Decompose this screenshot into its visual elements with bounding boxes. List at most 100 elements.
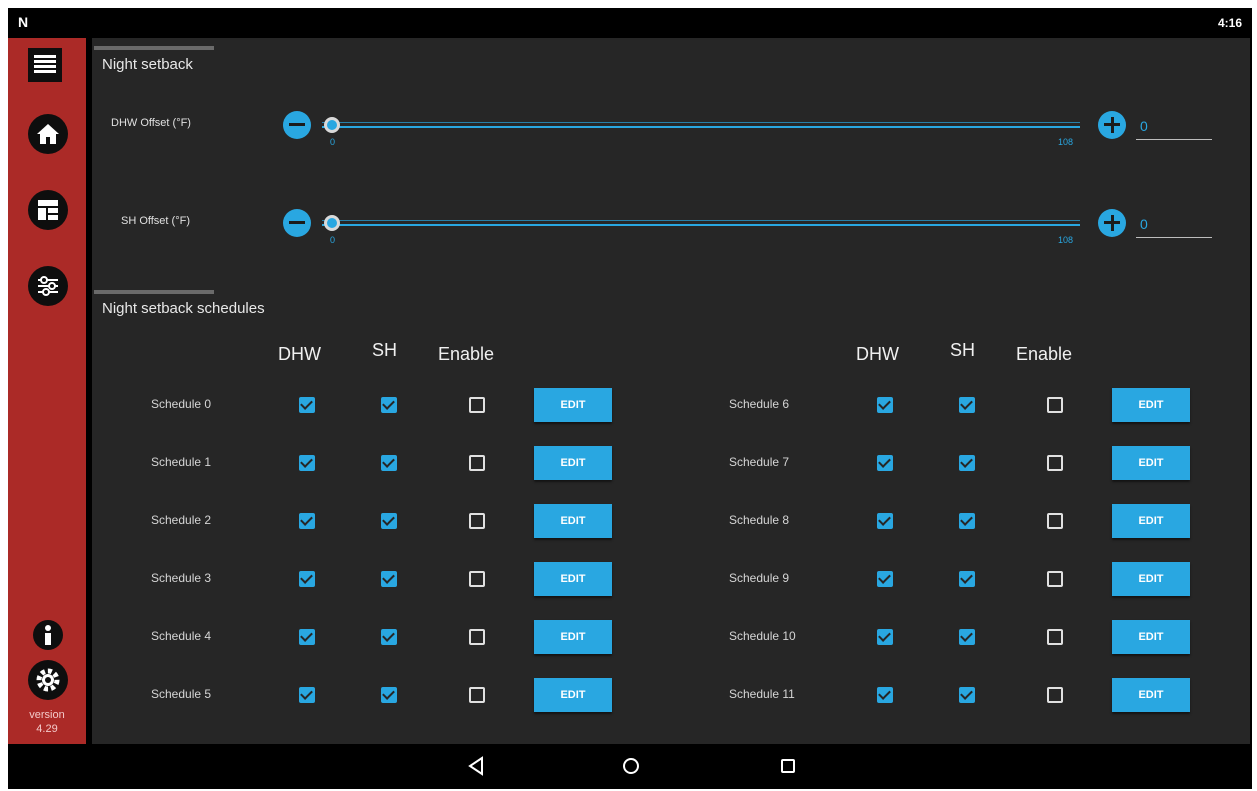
schedule-enable-checkbox[interactable] [469, 455, 485, 471]
schedule-enable-checkbox[interactable] [469, 687, 485, 703]
schedule-dhw-checkbox[interactable] [299, 687, 315, 703]
schedule-edit-button[interactable]: EDIT [534, 446, 612, 480]
schedule-sh-checkbox[interactable] [959, 571, 975, 587]
schedule-enable-checkbox[interactable] [1047, 455, 1063, 471]
section-tab-indicator [94, 290, 214, 294]
sh-offset-increase-button[interactable] [1098, 209, 1126, 237]
schedule-dhw-checkbox[interactable] [877, 455, 893, 471]
app-logo: N [18, 14, 29, 30]
section-tab-indicator [94, 46, 214, 50]
status-bar: N 4:16 [8, 8, 1252, 38]
dhw-offset-increase-button[interactable] [1098, 111, 1126, 139]
schedule-enable-checkbox[interactable] [1047, 629, 1063, 645]
back-icon[interactable] [467, 756, 485, 776]
home-circle-icon[interactable] [621, 756, 641, 776]
version-number: 4.29 [36, 723, 58, 735]
android-device-screen: N 4:16 version 4.29 Night setback DHW Of… [8, 8, 1252, 789]
schedule-edit-button[interactable]: EDIT [534, 504, 612, 538]
schedule-edit-button[interactable]: EDIT [1112, 504, 1190, 538]
schedule-label: Schedule 5 [151, 687, 212, 701]
gear-icon[interactable] [28, 660, 68, 700]
schedule-sh-checkbox[interactable] [381, 455, 397, 471]
column-header-sh: SH [372, 340, 398, 360]
schedule-enable-checkbox[interactable] [469, 571, 485, 587]
schedule-label: Schedule 7 [729, 455, 790, 469]
info-icon[interactable] [33, 620, 63, 650]
dhw-offset-value-field[interactable]: 0 [1136, 118, 1212, 140]
schedule-enable-checkbox[interactable] [1047, 687, 1063, 703]
status-clock: 4:16 [1217, 16, 1242, 30]
column-header-dhw: DHW [856, 344, 899, 364]
schedule-edit-button[interactable]: EDIT [534, 388, 612, 422]
schedule-edit-button[interactable]: EDIT [1112, 678, 1190, 712]
dhw-offset-decrease-button[interactable] [283, 111, 311, 139]
schedule-sh-checkbox[interactable] [381, 571, 397, 587]
sliders-icon[interactable] [28, 266, 68, 306]
schedule-label: Schedule 0 [151, 397, 212, 411]
schedule-sh-checkbox[interactable] [959, 687, 975, 703]
schedule-edit-button[interactable]: EDIT [1112, 620, 1190, 654]
schedule-enable-checkbox[interactable] [469, 397, 485, 413]
schedule-edit-button[interactable]: EDIT [1112, 388, 1190, 422]
schedule-enable-checkbox[interactable] [1047, 513, 1063, 529]
sh-offset-min-tick: 0 [330, 235, 336, 245]
dhw-offset-slider-thumb[interactable] [324, 117, 340, 133]
schedule-enable-checkbox[interactable] [1047, 397, 1063, 413]
schedule-label: Schedule 6 [729, 397, 790, 411]
sh-offset-track-upper [322, 220, 1080, 221]
sh-offset-max-tick: 108 [1058, 235, 1074, 245]
schedule-edit-button[interactable]: EDIT [534, 678, 612, 712]
sh-offset-slider-thumb[interactable] [324, 215, 340, 231]
schedule-dhw-checkbox[interactable] [299, 629, 315, 645]
recents-icon[interactable] [779, 756, 797, 776]
schedule-sh-checkbox[interactable] [381, 513, 397, 529]
schedule-sh-checkbox[interactable] [381, 687, 397, 703]
sh-offset-value-field[interactable]: 0 [1136, 216, 1212, 238]
schedule-sh-checkbox[interactable] [381, 629, 397, 645]
navigation-bar [8, 744, 1252, 789]
home-icon[interactable] [28, 114, 68, 154]
column-header-enable: Enable [1016, 344, 1073, 364]
sidebar: version 4.29 [8, 38, 86, 744]
schedule-dhw-checkbox[interactable] [877, 687, 893, 703]
dhw-offset-max-tick: 108 [1058, 137, 1074, 147]
column-header-enable: Enable [438, 344, 495, 364]
sh-offset-label: SH Offset (°F) [121, 215, 190, 227]
column-header-sh: SH [950, 340, 976, 360]
schedule-dhw-checkbox[interactable] [299, 513, 315, 529]
schedule-sh-checkbox[interactable] [381, 397, 397, 413]
schedule-label: Schedule 2 [151, 513, 212, 527]
schedule-enable-checkbox[interactable] [469, 629, 485, 645]
dhw-offset-track[interactable] [322, 126, 1080, 128]
schedule-dhw-checkbox[interactable] [299, 571, 315, 587]
schedule-sh-checkbox[interactable] [959, 629, 975, 645]
sh-offset-decrease-button[interactable] [283, 209, 311, 237]
schedule-dhw-checkbox[interactable] [299, 455, 315, 471]
schedule-dhw-checkbox[interactable] [877, 571, 893, 587]
dhw-offset-track-upper [322, 122, 1080, 123]
dhw-offset-label: DHW Offset (°F) [111, 117, 191, 129]
schedule-dhw-checkbox[interactable] [877, 629, 893, 645]
dhw-offset-min-tick: 0 [330, 137, 336, 147]
schedule-edit-button[interactable]: EDIT [1112, 562, 1190, 596]
schedule-edit-button[interactable]: EDIT [534, 562, 612, 596]
schedule-edit-button[interactable]: EDIT [534, 620, 612, 654]
schedule-dhw-checkbox[interactable] [299, 397, 315, 413]
section-title-schedules: Night setback schedules [102, 300, 265, 317]
schedule-enable-checkbox[interactable] [1047, 571, 1063, 587]
schedule-enable-checkbox[interactable] [469, 513, 485, 529]
dashboard-icon[interactable] [28, 190, 68, 230]
schedule-sh-checkbox[interactable] [959, 513, 975, 529]
column-header-dhw: DHW [278, 344, 321, 364]
schedule-sh-checkbox[interactable] [959, 455, 975, 471]
schedule-dhw-checkbox[interactable] [877, 513, 893, 529]
hamburger-menu-icon[interactable] [28, 48, 62, 82]
version-label: version [29, 709, 65, 721]
schedule-dhw-checkbox[interactable] [877, 397, 893, 413]
schedule-label: Schedule 9 [729, 571, 790, 585]
schedule-label: Schedule 4 [151, 629, 212, 643]
sh-offset-track[interactable] [322, 224, 1080, 226]
schedule-label: Schedule 8 [729, 513, 790, 527]
schedule-sh-checkbox[interactable] [959, 397, 975, 413]
schedule-edit-button[interactable]: EDIT [1112, 446, 1190, 480]
